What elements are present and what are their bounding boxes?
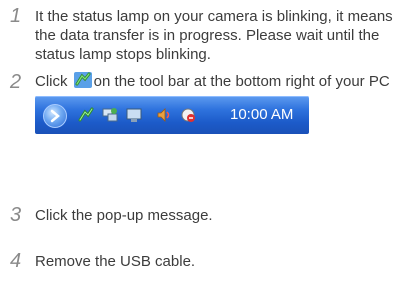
step-number: 4 xyxy=(10,250,22,272)
clock-time: 10:00 AM xyxy=(230,106,294,123)
step-number: 3 xyxy=(10,204,22,226)
volume-icon xyxy=(155,106,173,124)
taskbar-system-tray: 10:00 AM xyxy=(35,96,309,134)
step-number: 2 xyxy=(10,71,22,93)
security-icon xyxy=(179,106,197,124)
safely-remove-hardware-icon xyxy=(73,71,93,89)
show-hidden-icons-arrow-icon xyxy=(43,104,67,128)
display-icon xyxy=(125,106,143,124)
safely-remove-hardware-icon xyxy=(77,106,95,124)
step-text: Remove the USB cable. xyxy=(35,253,196,270)
step-text: Click the pop-up message. xyxy=(35,207,213,224)
step-text-before: Click xyxy=(35,73,68,90)
step-number: 1 xyxy=(10,5,22,27)
network-connection-icon xyxy=(101,106,119,124)
step-text: It the status lamp on your camera is bli… xyxy=(35,8,393,63)
